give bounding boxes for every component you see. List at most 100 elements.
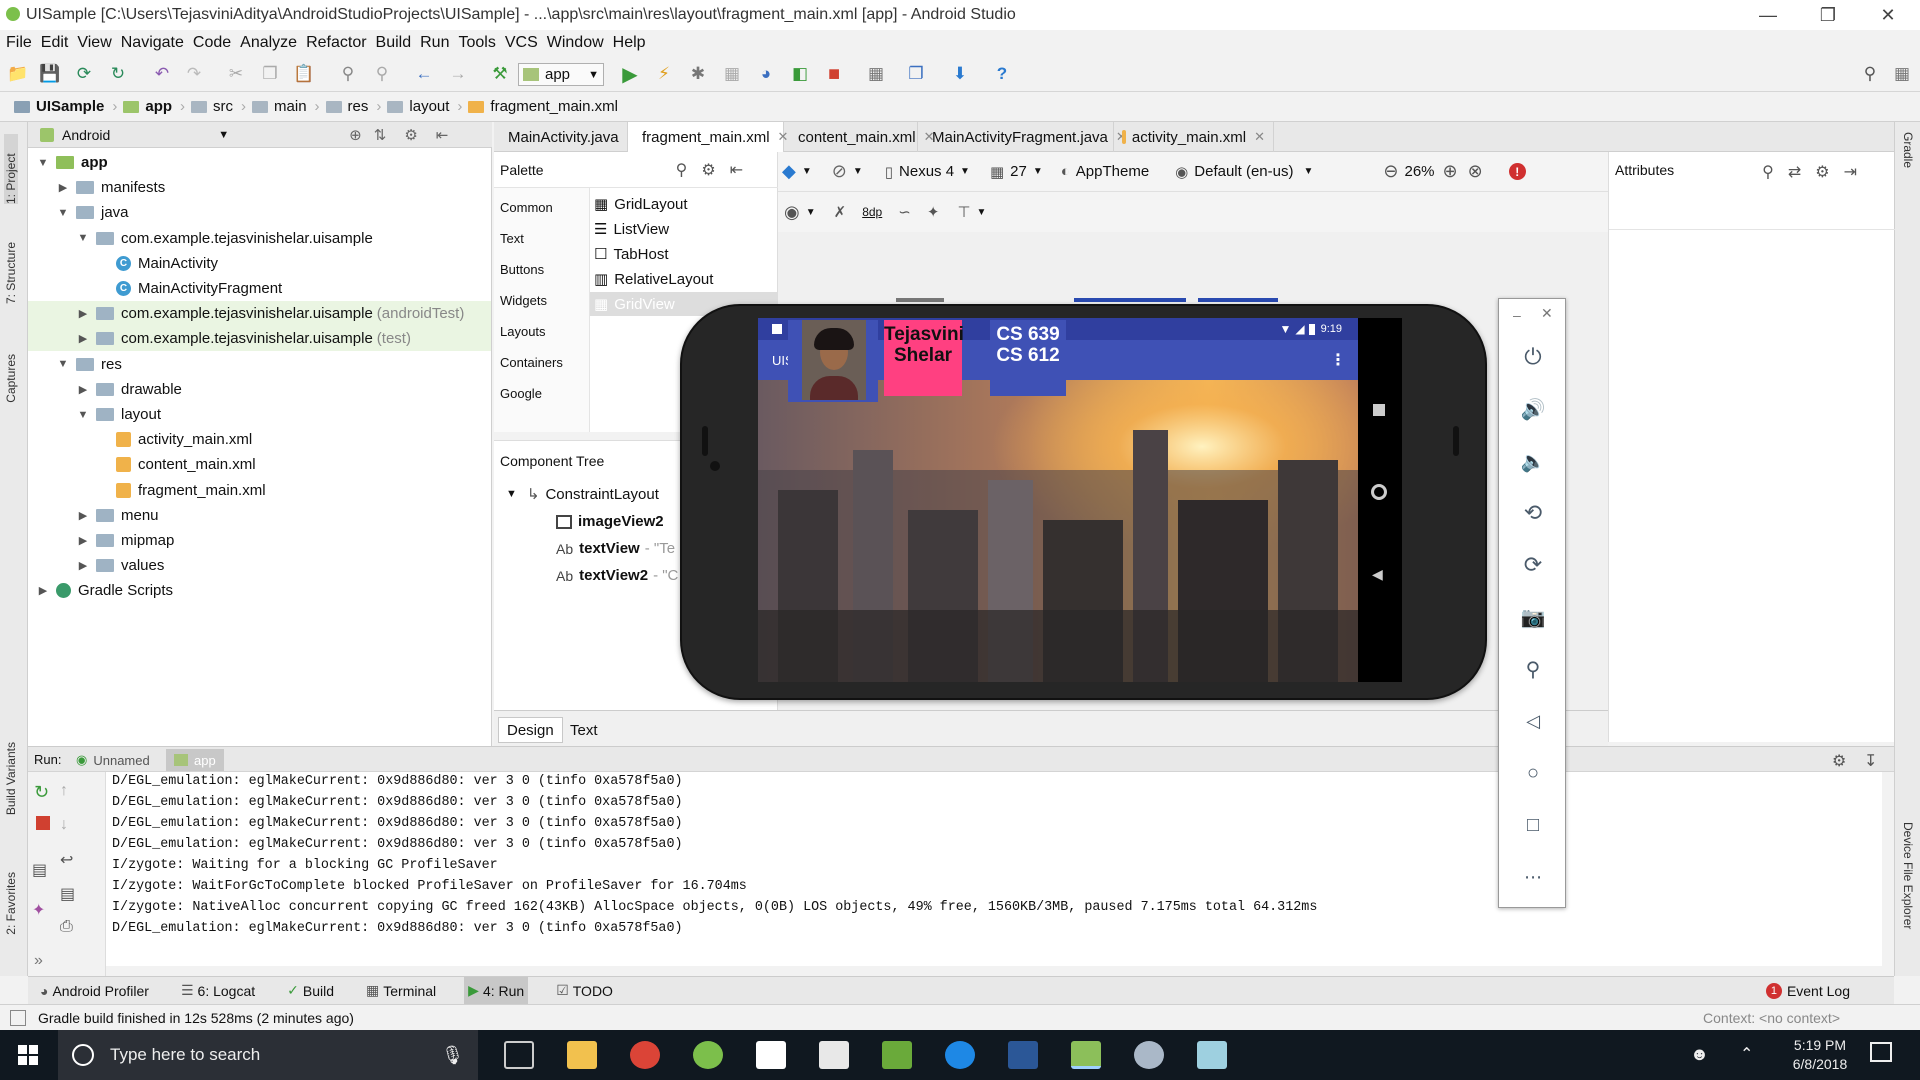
app-icon[interactable]: [693, 1041, 723, 1069]
chevron-down-icon[interactable]: ▼: [802, 166, 812, 177]
minimize-icon[interactable]: —: [1738, 0, 1798, 30]
gear-icon[interactable]: ⚙: [1832, 751, 1846, 771]
home-nav-icon[interactable]: [1371, 484, 1387, 500]
find-icon[interactable]: ⚲: [336, 63, 360, 85]
menu-edit[interactable]: Edit: [41, 34, 78, 52]
chevron-down-icon[interactable]: ▼: [1303, 166, 1313, 177]
swap-view-icon[interactable]: ⇄: [1788, 162, 1801, 182]
device-select[interactable]: Nexus 4: [899, 163, 954, 180]
tab-text[interactable]: Text: [562, 717, 606, 743]
palette-category[interactable]: Common: [500, 200, 553, 215]
tree-item[interactable]: C MainActivityFragment: [28, 276, 491, 301]
hide-icon[interactable]: ⇤: [730, 160, 743, 180]
gear-icon[interactable]: ⚙: [701, 160, 715, 180]
project-tool-tab[interactable]: 1: Project: [4, 134, 18, 204]
api-select[interactable]: 27: [1010, 163, 1027, 180]
tree-item[interactable]: ▼ java: [28, 200, 491, 225]
word-icon[interactable]: [1008, 1041, 1038, 1069]
zoom-out-icon[interactable]: ⊖: [1383, 161, 1398, 182]
back-icon[interactable]: ◁: [1519, 707, 1547, 735]
app2-icon[interactable]: [1197, 1041, 1227, 1069]
tree-item[interactable]: ▼ app: [28, 150, 491, 175]
cut-icon[interactable]: ✂: [224, 63, 248, 85]
chevron-down-icon[interactable]: ▼: [960, 166, 970, 177]
tree-item[interactable]: ▶ mipmap: [28, 528, 491, 553]
menu-view[interactable]: View: [77, 34, 120, 52]
tree-node-constraintlayout[interactable]: ▼ ↳ ConstraintLayout: [506, 485, 659, 504]
editor-tab[interactable]: MainActivityFragment.java✕: [918, 122, 1127, 152]
down-icon[interactable]: ↓: [60, 816, 68, 834]
tree-node-textview2[interactable]: Ab textView2 - "C: [556, 567, 678, 584]
breadcrumb-layout[interactable]: layout ›: [387, 98, 462, 115]
palette-item[interactable]: ☰ ListView: [590, 217, 778, 241]
project-view-label[interactable]: Android: [62, 127, 110, 143]
emulator-screen[interactable]: ▼ ◢ 9:19 UISample ⋮: [758, 318, 1402, 682]
zoom-in-icon[interactable]: ⊕: [1443, 161, 1458, 182]
redo-icon[interactable]: ↷: [182, 63, 206, 85]
palette-item[interactable]: ▥ RelativeLayout: [590, 267, 778, 291]
camera-icon[interactable]: 📷: [1519, 603, 1547, 631]
tree-item[interactable]: ▶ drawable: [28, 377, 491, 402]
run-tab-app[interactable]: app: [166, 749, 224, 771]
avd-manager-icon[interactable]: ⬇: [948, 63, 972, 85]
search-icon[interactable]: ⚲: [1762, 162, 1774, 182]
editor-tab[interactable]: MainActivity.java✕: [494, 122, 638, 152]
copy-icon[interactable]: ❐: [258, 63, 282, 85]
palette-category[interactable]: Google: [500, 386, 542, 401]
tab-terminal[interactable]: ▦ Terminal: [362, 977, 440, 1005]
tree-item[interactable]: ▶ values: [28, 553, 491, 578]
people-icon[interactable]: ☻: [1690, 1044, 1709, 1065]
breadcrumb-main[interactable]: main ›: [252, 98, 320, 115]
zoom-fit-icon[interactable]: ⊗: [1468, 161, 1483, 182]
menu-code[interactable]: Code: [193, 34, 240, 52]
breadcrumb-uisample[interactable]: UISample ›: [14, 98, 117, 115]
menu-file[interactable]: File: [6, 34, 41, 52]
chevron-down-icon[interactable]: ▼: [976, 207, 986, 218]
chevron-down-icon[interactable]: ▼: [1033, 166, 1043, 177]
emulator-minimize-icon[interactable]: –: [1513, 307, 1521, 323]
sticky-notes-icon[interactable]: [756, 1041, 786, 1069]
tree-item[interactable]: ▼ com.example.tejasvinishelar.uisample: [28, 226, 491, 251]
device-file-explorer-tab[interactable]: Device File Explorer: [1901, 822, 1915, 929]
toggle-tool-windows-icon[interactable]: [10, 1009, 26, 1026]
emulator-taskbar-icon[interactable]: [1071, 1041, 1101, 1069]
breadcrumb-file[interactable]: fragment_main.xml: [468, 98, 618, 115]
palette-item[interactable]: ☐ TabHost: [590, 242, 778, 266]
menu-run[interactable]: Run: [420, 34, 458, 52]
overview-icon[interactable]: □: [1519, 811, 1547, 839]
collapse-icon[interactable]: ⇅: [374, 126, 387, 144]
tree-item[interactable]: C MainActivity: [28, 251, 491, 276]
breadcrumb-src[interactable]: src ›: [191, 98, 246, 115]
tree-item[interactable]: content_main.xml: [28, 452, 491, 477]
close-icon[interactable]: ✕: [1858, 0, 1918, 30]
tree-item[interactable]: ▶ menu: [28, 503, 491, 528]
debug-icon[interactable]: ✱: [686, 63, 710, 85]
tab-todo[interactable]: ☑ TODO: [552, 977, 617, 1005]
tree-node-imageview[interactable]: imageView2: [556, 513, 664, 530]
orientation-icon[interactable]: ⊘: [832, 161, 847, 182]
apply-changes-icon[interactable]: ⚡: [652, 63, 676, 85]
run-config-select[interactable]: app ▼: [518, 63, 604, 86]
recents-nav-icon[interactable]: [1373, 404, 1385, 416]
sdk-manager-icon[interactable]: ▦: [864, 63, 888, 85]
tree-item[interactable]: ▶ com.example.tejasvinishelar.uisample (an…: [28, 301, 491, 327]
pin-icon[interactable]: ✦: [32, 900, 45, 920]
help-icon[interactable]: ?: [990, 63, 1014, 85]
overflow-menu-icon[interactable]: ⋮: [1330, 350, 1346, 370]
tab-run[interactable]: ▶ 4: Run: [464, 976, 529, 1005]
menu-tools[interactable]: Tools: [458, 34, 504, 52]
open-folder-icon[interactable]: 📁: [6, 63, 30, 85]
tab-design[interactable]: Design: [498, 717, 563, 743]
rotate-right-icon[interactable]: ⟳: [1519, 551, 1547, 579]
layout-icon[interactable]: ▦: [1890, 63, 1914, 85]
profile-icon[interactable]: ◕: [754, 63, 778, 85]
microphone-icon[interactable]: 🎙: [441, 1045, 464, 1066]
breadcrumb-res[interactable]: res ›: [325, 98, 381, 115]
settings-icon[interactable]: ⚙: [404, 126, 417, 144]
chrome-icon[interactable]: [630, 1041, 660, 1069]
tab-logcat[interactable]: ☰ 6: Logcat: [177, 977, 259, 1005]
menu-navigate[interactable]: Navigate: [121, 34, 193, 52]
guidelines-icon[interactable]: ⊤: [957, 203, 970, 221]
autoconnect-icon[interactable]: ✗: [834, 203, 847, 221]
search-icon[interactable]: ⚲: [676, 160, 688, 180]
